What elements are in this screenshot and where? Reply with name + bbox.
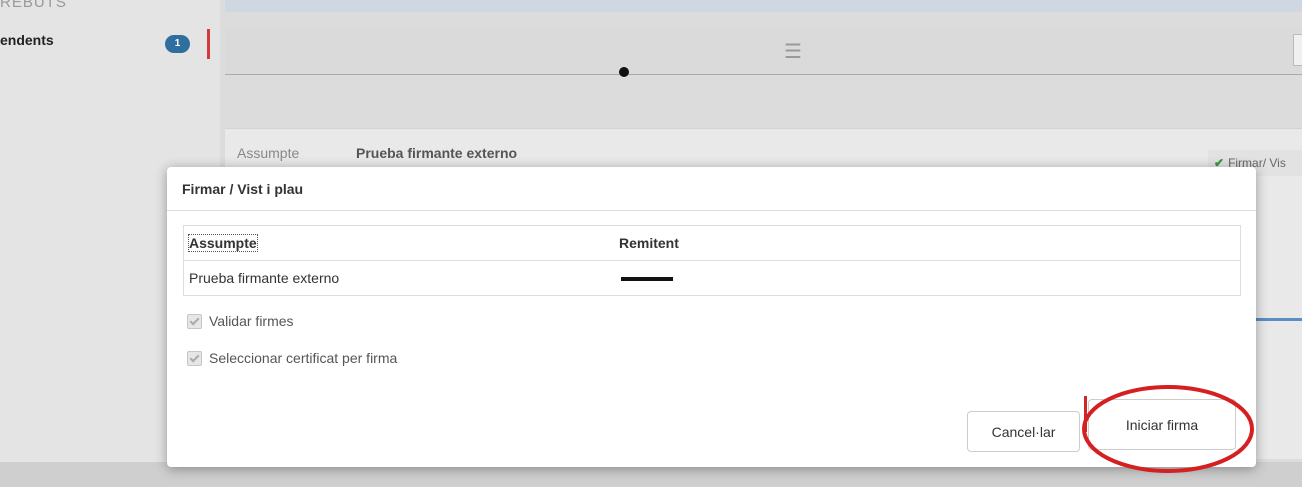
toolbar bbox=[225, 28, 1302, 75]
cell-subject: Prueba firmante externo bbox=[183, 260, 614, 296]
toolbar-input[interactable] bbox=[1293, 34, 1302, 66]
select-certificate-label: Seleccionar certificat per firma bbox=[209, 350, 398, 366]
redacted-sender bbox=[621, 277, 673, 282]
validate-signatures-checkbox[interactable] bbox=[187, 313, 202, 329]
table-header-row: Assumpte Remitent bbox=[183, 225, 1241, 261]
validate-signatures-option[interactable]: Validar firmes bbox=[187, 313, 294, 329]
top-strip bbox=[225, 0, 1302, 12]
table-row[interactable]: Prueba firmante externo bbox=[183, 260, 1241, 296]
progress-line bbox=[1256, 318, 1302, 321]
sidebar-item-pending[interactable]: endents bbox=[0, 32, 54, 48]
subject-value: Prueba firmante externo bbox=[356, 145, 518, 161]
active-indicator bbox=[207, 29, 210, 59]
hamburger-menu-icon[interactable]: ☰ bbox=[784, 42, 802, 62]
select-certificate-checkbox[interactable] bbox=[187, 350, 202, 366]
dialog-title: Firmar / Vist i plau bbox=[167, 167, 1256, 211]
cancel-button[interactable]: Cancel·lar bbox=[967, 411, 1080, 452]
cell-sender bbox=[614, 260, 1241, 296]
subject-label: Assumpte bbox=[237, 145, 300, 161]
documents-table: Assumpte Remitent Prueba firmante extern… bbox=[183, 225, 1241, 296]
sidebar-section-title: REBUTS bbox=[0, 0, 67, 11]
start-signing-button[interactable]: Iniciar firma bbox=[1084, 396, 1236, 450]
sign-dialog: Firmar / Vist i plau Assumpte Remitent P… bbox=[167, 167, 1256, 467]
select-certificate-option[interactable]: Seleccionar certificat per firma bbox=[187, 350, 397, 366]
pending-count-badge: 1 bbox=[165, 35, 190, 53]
pointer-dot bbox=[619, 67, 629, 77]
validate-signatures-label: Validar firmes bbox=[209, 313, 294, 329]
column-header-sender[interactable]: Remitent bbox=[614, 225, 1241, 261]
column-header-subject[interactable]: Assumpte bbox=[183, 225, 614, 261]
